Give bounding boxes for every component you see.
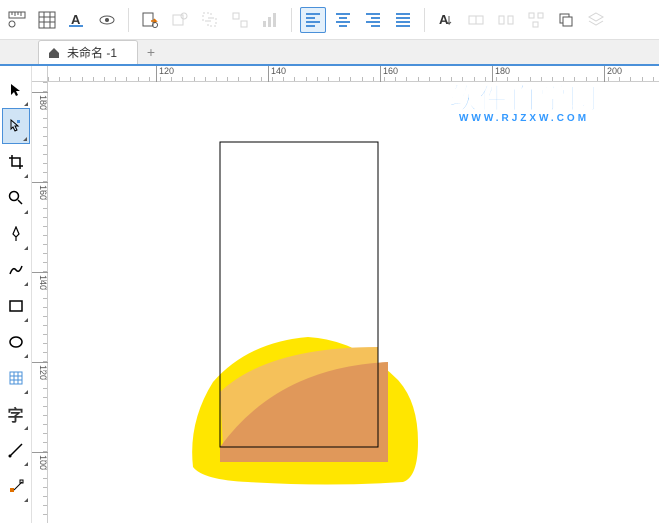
svg-text:A: A bbox=[71, 12, 81, 27]
artwork[interactable] bbox=[48, 82, 659, 523]
chart-icon bbox=[257, 7, 283, 33]
watermark-sub: WWW.RJZXW.COM bbox=[449, 113, 599, 124]
combine-icon bbox=[463, 7, 489, 33]
freehand-tool[interactable] bbox=[2, 252, 30, 288]
document-tab[interactable]: 未命名 -1 bbox=[38, 40, 138, 64]
interactive-tool[interactable] bbox=[2, 468, 30, 504]
export-icon[interactable] bbox=[137, 7, 163, 33]
rectangle-tool[interactable] bbox=[2, 288, 30, 324]
ruler-settings-icon[interactable] bbox=[4, 7, 30, 33]
ungroup-icon bbox=[227, 7, 253, 33]
ruler-origin[interactable] bbox=[32, 66, 48, 82]
eye-icon[interactable] bbox=[94, 7, 120, 33]
align-left-icon[interactable] bbox=[300, 7, 326, 33]
break-apart-icon bbox=[493, 7, 519, 33]
layers-icon bbox=[583, 7, 609, 33]
pen-tool[interactable] bbox=[2, 216, 30, 252]
text-direction-icon[interactable]: A bbox=[433, 7, 459, 33]
toolbox: 字 bbox=[0, 66, 32, 523]
shape-tool[interactable] bbox=[2, 108, 30, 144]
crop-tool[interactable] bbox=[2, 144, 30, 180]
home-icon bbox=[47, 46, 61, 60]
canvas-area: 120140160180200 18016014012010080 软件自学网 … bbox=[32, 66, 659, 523]
vertical-ruler[interactable]: 18016014012010080 bbox=[32, 82, 48, 523]
group-icon bbox=[197, 7, 223, 33]
line-tool[interactable] bbox=[2, 432, 30, 468]
align-center-icon[interactable] bbox=[330, 7, 356, 33]
separator bbox=[128, 8, 129, 32]
canvas[interactable]: 软件自学网 WWW.RJZXW.COM bbox=[48, 82, 659, 523]
watermark-main: 软件自学网 bbox=[449, 83, 599, 114]
separator bbox=[291, 8, 292, 32]
separator bbox=[424, 8, 425, 32]
svg-text:A: A bbox=[439, 12, 449, 27]
text-selection-icon[interactable]: A bbox=[64, 7, 90, 33]
align-right-icon[interactable] bbox=[360, 7, 386, 33]
tab-title: 未命名 -1 bbox=[67, 44, 117, 61]
ellipse-tool[interactable] bbox=[2, 324, 30, 360]
zoom-tool[interactable] bbox=[2, 180, 30, 216]
order-icon[interactable] bbox=[553, 7, 579, 33]
table-icon[interactable] bbox=[34, 7, 60, 33]
align-justify-icon[interactable] bbox=[390, 7, 416, 33]
pick-tool[interactable] bbox=[2, 72, 30, 108]
watermark: 软件自学网 WWW.RJZXW.COM bbox=[449, 77, 599, 124]
main-area: 字 120140160180200 18016014012010080 软件自学… bbox=[0, 66, 659, 523]
new-tab-button[interactable]: + bbox=[142, 43, 160, 61]
document-tab-bar: 未命名 -1 + bbox=[0, 40, 659, 66]
text-tool[interactable]: 字 bbox=[2, 396, 30, 432]
object-props-icon bbox=[167, 7, 193, 33]
options-bar: A A bbox=[0, 0, 659, 40]
graph-paper-tool[interactable] bbox=[2, 360, 30, 396]
align-distribute-icon bbox=[523, 7, 549, 33]
